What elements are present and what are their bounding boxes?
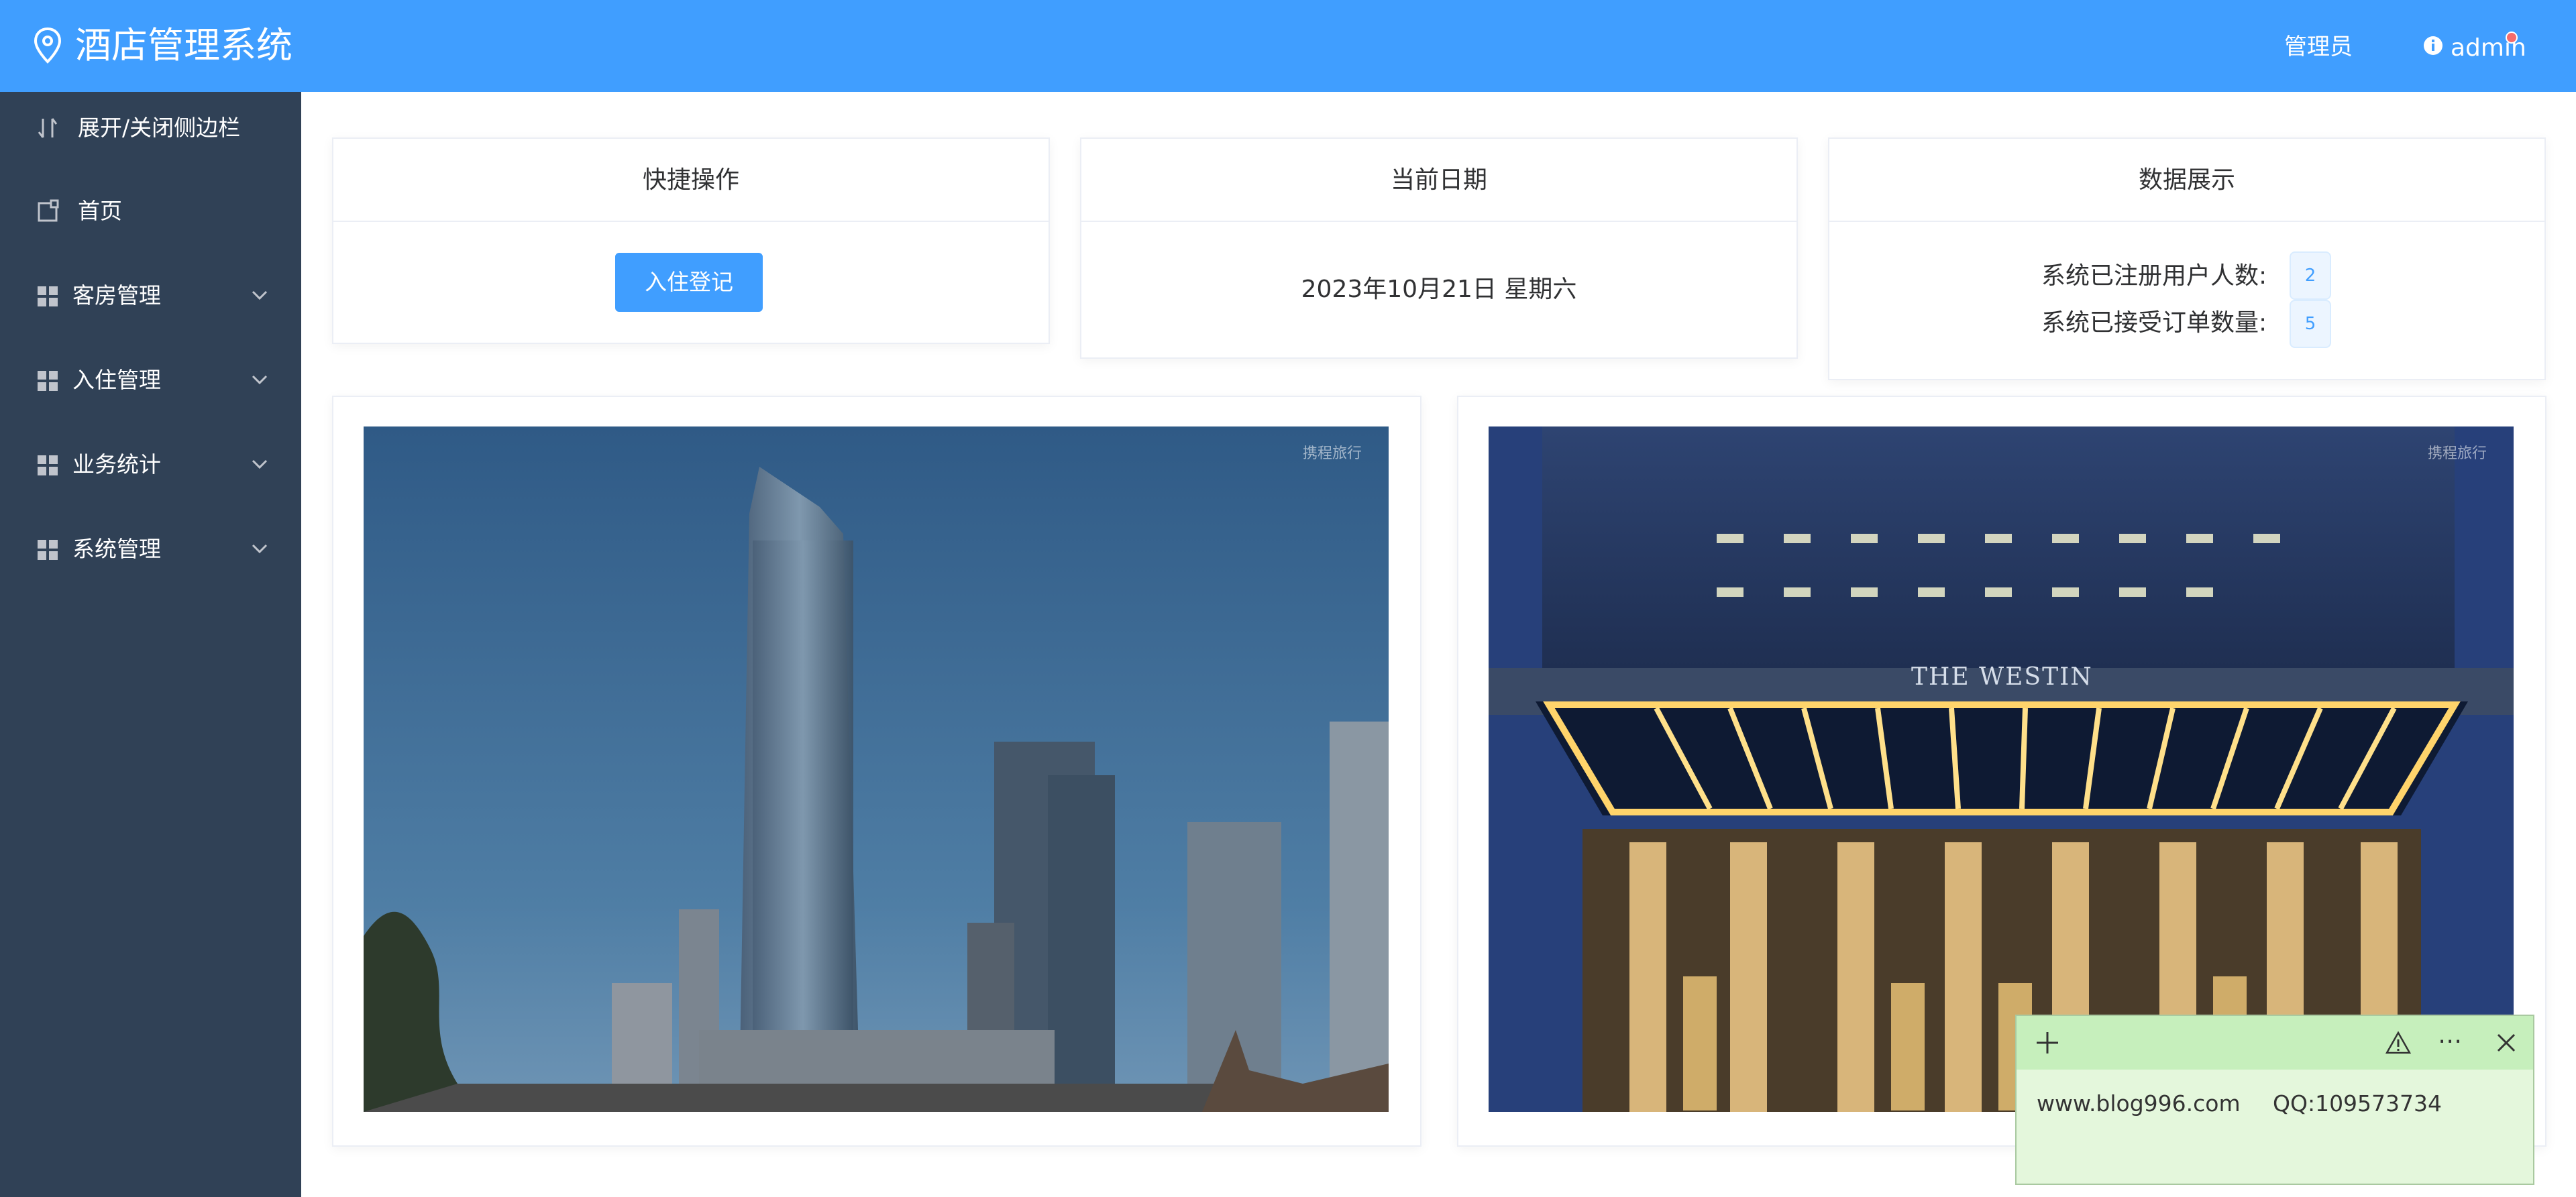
info-icon <box>2424 36 2443 55</box>
check-in-button[interactable]: 入住登记 <box>615 253 763 312</box>
tower-illustration <box>364 426 1389 1112</box>
sidebar-item-label: 展开/关闭侧边栏 <box>78 115 241 141</box>
chevron-down-icon <box>252 290 268 300</box>
grid-icon <box>38 540 58 560</box>
notification-dot <box>2506 32 2518 44</box>
user-role-label: 管理员 <box>2284 34 2353 60</box>
sidebar-item-system[interactable]: 系统管理 <box>0 513 301 587</box>
card-title: 数据展示 <box>1829 139 2544 222</box>
sidebar-item-label: 系统管理 <box>72 536 161 562</box>
photo-watermark: 携程旅行 <box>1302 445 1362 462</box>
grid-icon <box>38 371 58 391</box>
entrance-illustration: THE WESTIN <box>1489 426 2514 1112</box>
registered-users-label: 系统已注册用户人数: <box>2041 262 2267 290</box>
location-pin-icon <box>34 27 62 64</box>
app-title: 酒店管理系统 <box>75 24 292 66</box>
sidebar-item-toggle[interactable]: 展开/关闭侧边栏 <box>0 92 301 166</box>
more-icon[interactable]: ⋯ <box>2438 1029 2462 1053</box>
registered-users-count: 2 <box>2290 251 2331 300</box>
home-page-icon <box>38 199 59 222</box>
date-card: 当前日期 2023年10月21日 星期六 <box>1080 137 1798 359</box>
sidebar-item-home[interactable]: 首页 <box>0 175 301 249</box>
close-icon[interactable] <box>2496 1032 2517 1053</box>
sidebar-item-label: 客房管理 <box>72 282 161 308</box>
sidebar-item-statistics[interactable]: 业务统计 <box>0 429 301 502</box>
sidebar-item-rooms[interactable]: 客房管理 <box>0 260 301 333</box>
plus-icon[interactable] <box>2034 1029 2061 1056</box>
sidebar: 展开/关闭侧边栏 首页 客房管理 入住管理 业务统计 系统管理 <box>0 92 301 1197</box>
orders-label: 系统已接受订单数量: <box>2041 309 2267 337</box>
sidebar-item-label: 首页 <box>78 198 122 224</box>
photo-watermark: 携程旅行 <box>2427 445 2487 462</box>
card-title: 快捷操作 <box>333 139 1049 222</box>
sidebar-item-label: 业务统计 <box>72 451 161 477</box>
hotel-entrance-photo: THE WESTIN 携程旅行 <box>1489 426 2514 1112</box>
orders-count: 5 <box>2290 300 2331 348</box>
toggle-sort-icon <box>38 118 58 138</box>
note-website: www.blog996.com <box>2037 1090 2241 1117</box>
chevron-down-icon <box>252 459 268 469</box>
westin-sign: THE WESTIN <box>1911 663 2093 691</box>
grid-icon <box>38 286 58 306</box>
chevron-down-icon <box>252 544 268 554</box>
grid-icon <box>38 455 58 475</box>
quick-ops-card: 快捷操作 入住登记 <box>332 137 1050 344</box>
hotel-tower-photo: 携程旅行 <box>364 426 1389 1112</box>
chevron-down-icon <box>252 375 268 385</box>
sidebar-item-checkin[interactable]: 入住管理 <box>0 344 301 418</box>
stats-card: 数据展示 系统已注册用户人数: 2 系统已接受订单数量: 5 <box>1828 137 2546 380</box>
top-header: 酒店管理系统 管理员 admin <box>0 0 2576 92</box>
sticky-note[interactable]: ⋯ www.blog996.com QQ:109573734 <box>2015 1015 2534 1185</box>
card-title: 当前日期 <box>1081 139 1796 222</box>
warning-icon[interactable] <box>2385 1031 2411 1055</box>
note-qq: QQ:109573734 <box>2273 1090 2443 1117</box>
sidebar-item-label: 入住管理 <box>72 367 161 393</box>
current-date: 2023年10月21日 星期六 <box>1301 276 1577 303</box>
